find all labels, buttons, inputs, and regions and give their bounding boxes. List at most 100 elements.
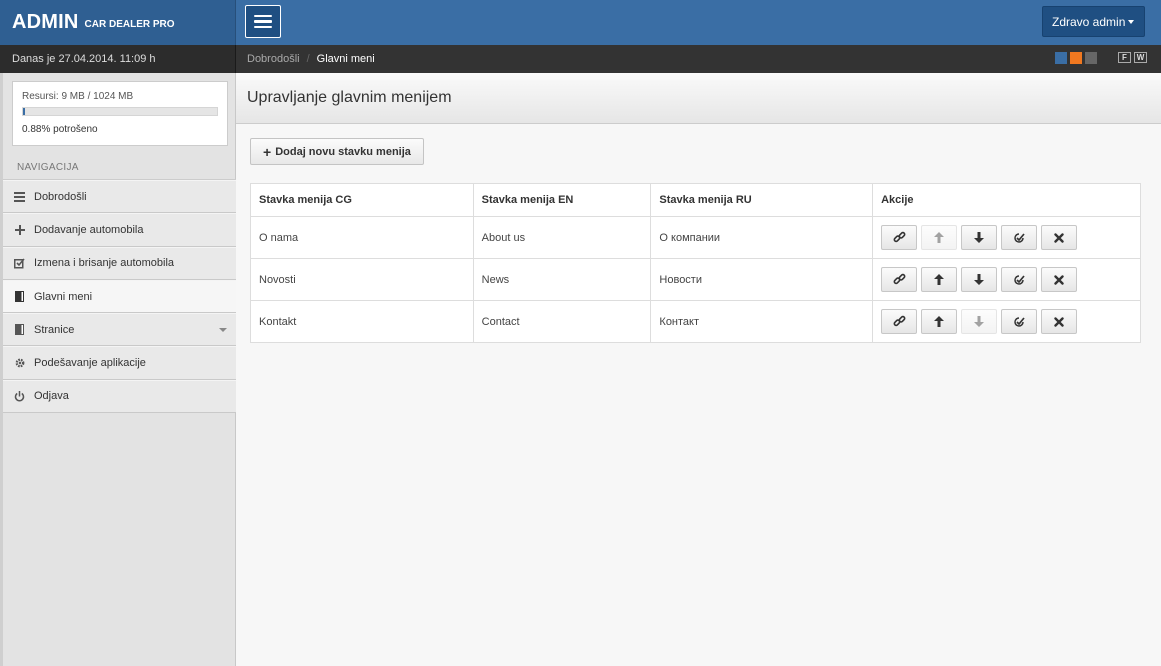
sidebar-nav: Dobrodošli Dodavanje automobila Izmena i… bbox=[3, 180, 236, 414]
edit-icon bbox=[1014, 274, 1025, 285]
sidebar-item-label: Glavni meni bbox=[34, 290, 93, 303]
wide-layout-toggle[interactable]: W bbox=[1134, 52, 1147, 63]
sidebar-item-label: Odjava bbox=[34, 390, 69, 403]
brand-title: ADMIN bbox=[12, 11, 79, 33]
table-row: O nama About us О компании bbox=[250, 216, 1141, 259]
resources-progress-fill bbox=[23, 108, 25, 115]
hamburger-icon-line bbox=[254, 20, 272, 23]
cell-ru: О компании bbox=[650, 216, 874, 259]
edit-icon bbox=[1014, 316, 1025, 327]
page-title: Upravljanje glavnim menijem bbox=[247, 89, 452, 106]
brand-subtitle: CAR DEALER PRO bbox=[84, 19, 175, 30]
cell-cg: Kontakt bbox=[250, 300, 474, 343]
cell-en: News bbox=[472, 258, 652, 301]
gear-icon bbox=[14, 358, 25, 369]
sidebar-item-stranice[interactable]: Stranice bbox=[3, 313, 236, 347]
sidebar-item-label: Dobrodošli bbox=[34, 190, 87, 203]
column-header-ru[interactable]: Stavka menija RU bbox=[650, 183, 874, 217]
hamburger-icon-line bbox=[254, 14, 272, 18]
arrow-up-icon bbox=[934, 232, 945, 243]
edit-button[interactable] bbox=[1001, 267, 1038, 292]
link-button[interactable] bbox=[881, 225, 918, 250]
user-menu-button[interactable]: Zdravo admin bbox=[1042, 6, 1145, 37]
move-down-button[interactable] bbox=[961, 309, 998, 334]
sidebar-item-label: Dodavanje automobila bbox=[34, 223, 144, 236]
sidebar-item-label: Stranice bbox=[34, 323, 75, 336]
cell-cg: Novosti bbox=[250, 258, 474, 301]
delete-button[interactable] bbox=[1041, 267, 1078, 292]
sidebar-item-odjava[interactable]: Odjava bbox=[3, 379, 236, 414]
row-actions bbox=[881, 225, 1140, 250]
breadcrumb-separator: / bbox=[306, 53, 310, 65]
theme-swatches bbox=[1055, 52, 1097, 64]
caret-down-icon bbox=[1128, 20, 1134, 24]
sidebar-item-dobrodosli[interactable]: Dobrodošli bbox=[3, 180, 236, 214]
sidebar-item-izmena-brisanje[interactable]: Izmena i brisanje automobila bbox=[3, 246, 236, 280]
add-menu-item-button[interactable]: + Dodaj novu stavku menija bbox=[250, 138, 424, 165]
resources-used-label: 0.88% potrošeno bbox=[22, 124, 98, 135]
date-bar: Danas je 27.04.2014. 11:09 h bbox=[0, 45, 236, 73]
list-icon bbox=[14, 191, 25, 202]
cell-actions bbox=[872, 258, 1141, 301]
link-icon bbox=[893, 273, 906, 285]
fluid-layout-toggle[interactable]: F bbox=[1118, 52, 1131, 63]
menu-toggle-button[interactable] bbox=[245, 5, 281, 38]
cell-actions bbox=[872, 300, 1141, 343]
top-bar: ADMIN CAR DEALER PRO Zdravo admin bbox=[0, 0, 1161, 45]
move-up-button[interactable] bbox=[921, 309, 958, 334]
add-menu-item-label: Dodaj novu stavku menija bbox=[275, 145, 411, 158]
user-menu-label: Zdravo admin bbox=[1052, 14, 1126, 29]
menu-items-table: Stavka menija CG Stavka menija EN Stavka… bbox=[250, 183, 1141, 343]
arrow-down-icon bbox=[974, 274, 985, 285]
edit-icon bbox=[14, 258, 25, 269]
power-icon bbox=[14, 390, 25, 402]
column-header-en[interactable]: Stavka menija EN bbox=[472, 183, 652, 217]
chevron-down-icon bbox=[219, 328, 227, 333]
edit-button[interactable] bbox=[1001, 309, 1038, 334]
resources-panel: Resursi: 9 MB / 1024 MB 0.88% potrošeno bbox=[12, 81, 228, 146]
sidebar-item-label: Podešavanje aplikacije bbox=[34, 357, 146, 370]
cell-ru: Контакт bbox=[650, 300, 874, 343]
breadcrumb-home-link[interactable]: Dobrodošli bbox=[247, 53, 300, 65]
arrow-down-icon bbox=[974, 232, 985, 243]
page-header: Upravljanje glavnim menijem bbox=[236, 73, 1161, 124]
cell-en: About us bbox=[472, 216, 652, 259]
hamburger-icon-line bbox=[254, 25, 272, 29]
breadcrumb-current: Glavni meni bbox=[316, 53, 375, 65]
cell-actions bbox=[872, 216, 1141, 259]
link-button[interactable] bbox=[881, 267, 918, 292]
brand-logo[interactable]: ADMIN CAR DEALER PRO bbox=[0, 0, 236, 45]
breadcrumb: Dobrodošli / Glavni meni F W bbox=[236, 45, 1161, 73]
link-icon bbox=[893, 315, 906, 327]
move-down-button[interactable] bbox=[961, 225, 998, 250]
resources-progress-bar bbox=[22, 107, 218, 116]
link-button[interactable] bbox=[881, 309, 918, 334]
delete-button[interactable] bbox=[1041, 225, 1078, 250]
row-actions bbox=[881, 267, 1140, 292]
delete-button[interactable] bbox=[1041, 309, 1078, 334]
current-date-text: Danas je 27.04.2014. 11:09 h bbox=[12, 53, 156, 65]
sidebar-item-label: Izmena i brisanje automobila bbox=[34, 257, 175, 270]
cell-en: Contact bbox=[472, 300, 652, 343]
edit-button[interactable] bbox=[1001, 225, 1038, 250]
close-icon bbox=[1054, 274, 1064, 285]
theme-swatch-gray[interactable] bbox=[1085, 52, 1097, 64]
plus-icon: + bbox=[263, 143, 272, 160]
table-row: Novosti News Новости bbox=[250, 258, 1141, 301]
theme-swatch-orange[interactable] bbox=[1070, 52, 1082, 64]
column-header-actions: Akcije bbox=[872, 183, 1141, 217]
row-actions bbox=[881, 309, 1140, 334]
sidebar-item-glavni-meni[interactable]: Glavni meni bbox=[3, 279, 236, 314]
sidebar-item-dodavanje-automobila[interactable]: Dodavanje automobila bbox=[3, 213, 236, 247]
cell-cg: O nama bbox=[250, 216, 474, 259]
close-icon bbox=[1054, 232, 1064, 243]
sidebar-item-podesavanje[interactable]: Podešavanje aplikacije bbox=[3, 346, 236, 380]
move-up-button[interactable] bbox=[921, 267, 958, 292]
move-down-button[interactable] bbox=[961, 267, 998, 292]
move-up-button[interactable] bbox=[921, 225, 958, 250]
close-icon bbox=[1054, 316, 1064, 327]
column-header-cg[interactable]: Stavka menija CG bbox=[250, 183, 474, 217]
theme-swatch-blue[interactable] bbox=[1055, 52, 1067, 64]
arrow-up-icon bbox=[934, 316, 945, 327]
nav-section-header: NAVIGACIJA bbox=[3, 156, 236, 180]
